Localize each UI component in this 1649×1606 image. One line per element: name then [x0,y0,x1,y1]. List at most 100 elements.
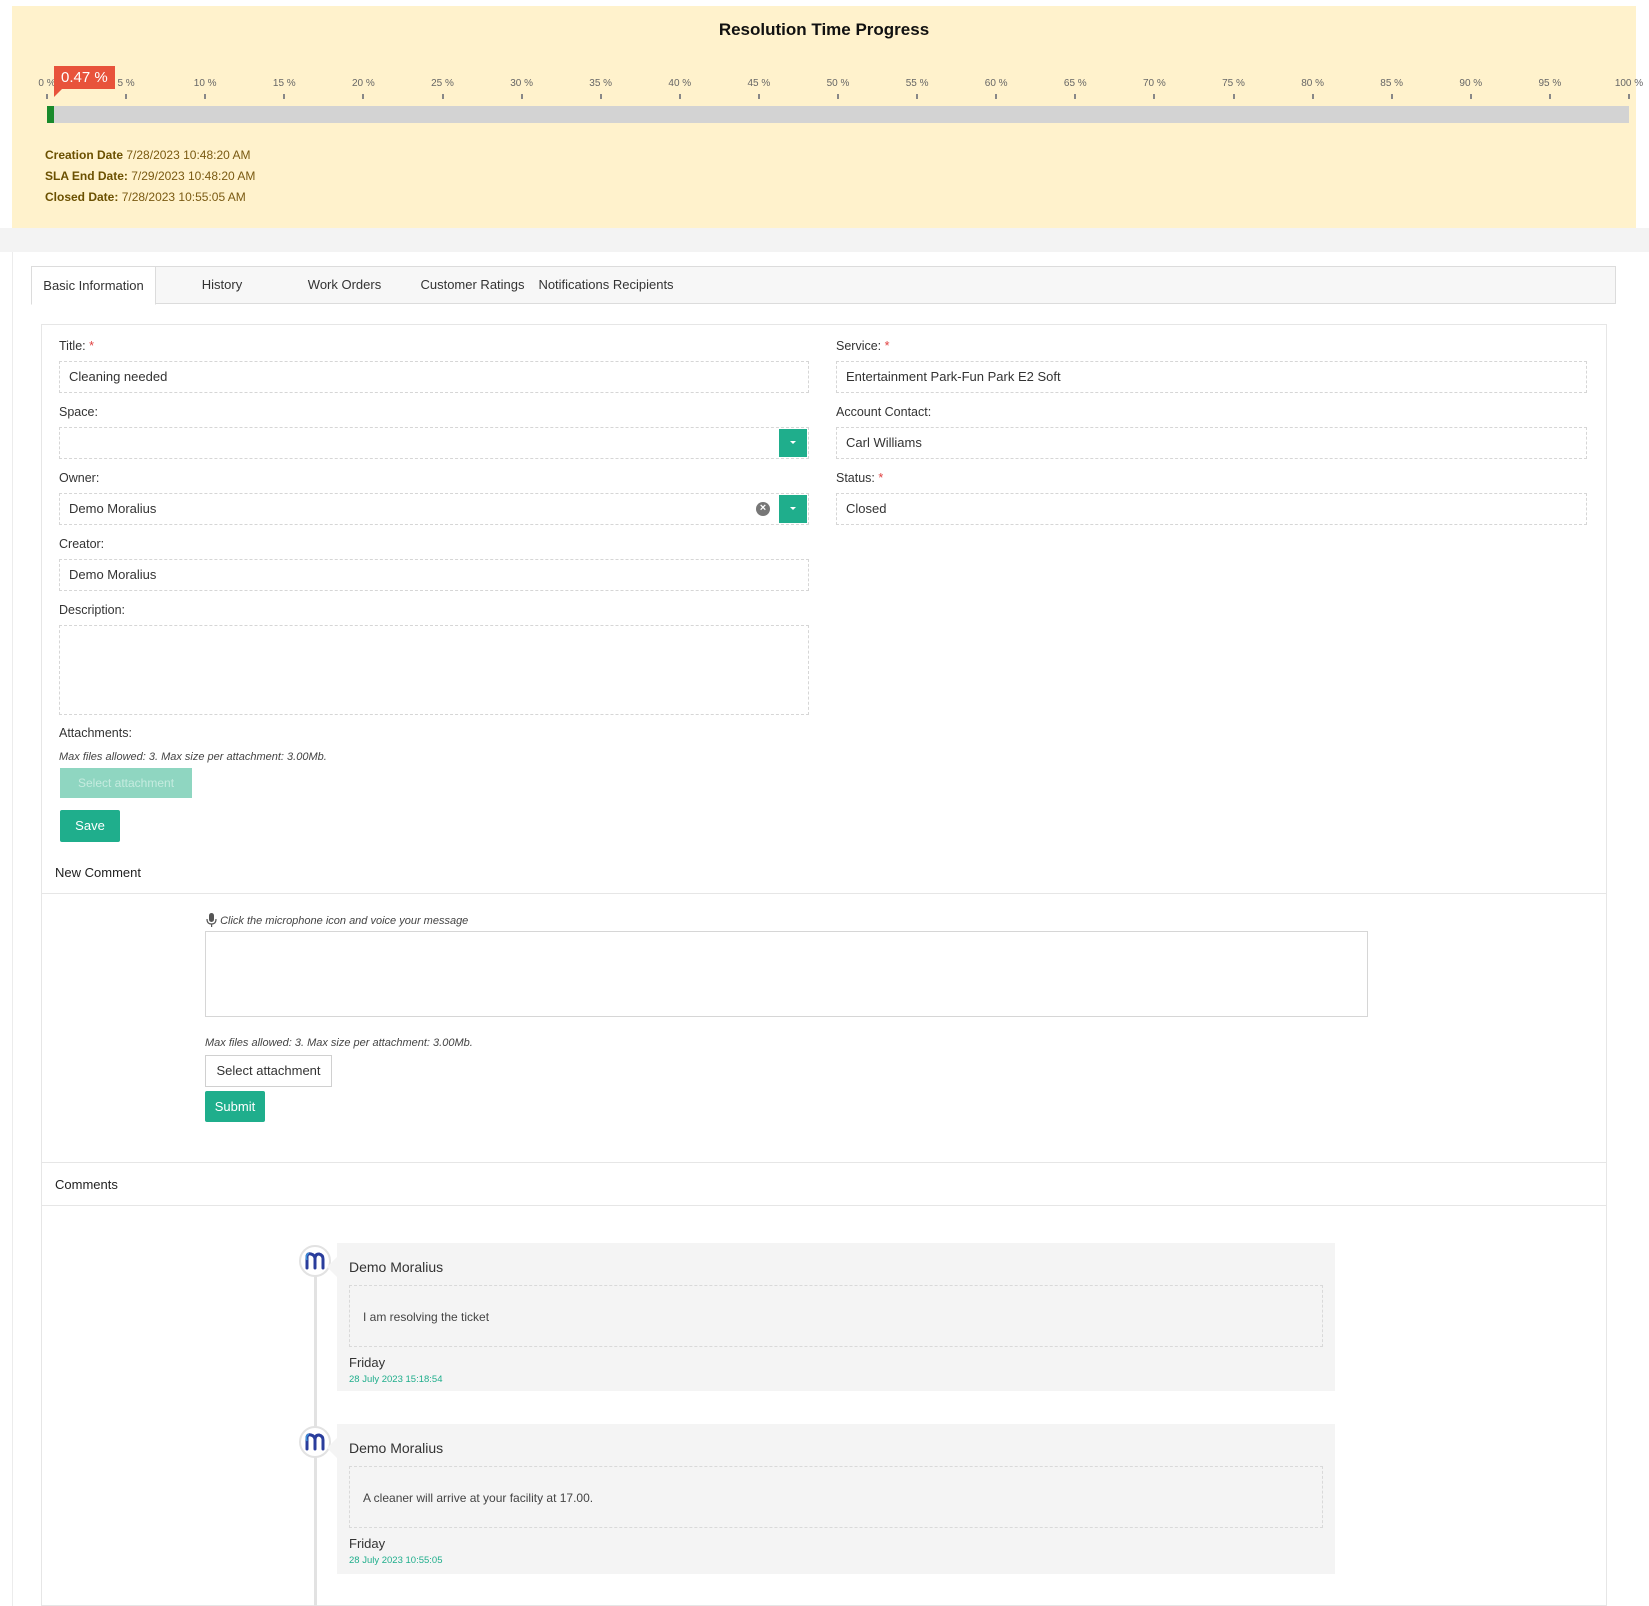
owner-select[interactable]: Demo Moralius × [59,493,809,525]
progress-track [47,106,1629,123]
brand-logo-icon [305,1252,325,1270]
brand-logo-icon [305,1433,325,1451]
progress-tick: 10 % [180,78,230,99]
new-comment-textarea[interactable] [205,931,1368,1017]
progress-tick-label: 90 % [1459,78,1483,89]
progress-tick: 95 % [1525,78,1575,99]
progress-tick: 100 % [1604,78,1649,99]
progress-fill [47,106,55,123]
divider [42,893,1606,894]
comment-text: A cleaner will arrive at your facility a… [349,1466,1323,1528]
required-mark: * [89,339,94,353]
service-label: Service: * [836,339,890,353]
progress-tick-label: 45 % [747,78,771,89]
progress-tick-label: 50 % [826,78,850,89]
comment-day: Friday [349,1355,386,1370]
title-input[interactable]: Cleaning needed [59,361,809,393]
submit-button[interactable]: Submit [205,1091,265,1122]
progress-tick: 45 % [734,78,784,99]
closed-date-line: Closed Date: 7/28/2023 10:55:05 AM [45,190,246,204]
progress-tick-mark [204,94,207,99]
select-attachment-button-disabled[interactable]: Select attachment [60,768,192,798]
progress-tick-label: 30 % [510,78,533,89]
creation-date-label: Creation Date [45,148,124,162]
progress-tick-mark [441,94,444,99]
progress-tick-label: 10 % [193,78,217,89]
service-input[interactable]: Entertainment Park-Fun Park E2 Soft [836,361,1587,393]
progress-tick: 40 % [655,78,705,99]
required-mark: * [878,471,884,485]
progress-tick-mark [1628,94,1630,99]
progress-tick: 55 % [892,78,942,99]
account-contact-input[interactable]: Carl Williams [836,427,1587,459]
creator-input[interactable]: Demo Moralius [59,559,809,591]
progress-tick: 90 % [1446,78,1496,99]
save-button[interactable]: Save [60,810,120,842]
status-input[interactable]: Closed [836,493,1587,525]
owner-label: Owner: [59,471,100,485]
clear-icon[interactable]: × [756,502,770,516]
progress-percent-badge: 0.47 % [54,66,115,97]
progress-tick: 75 % [1209,78,1259,99]
progress-tick-mark [1390,94,1393,99]
comments-title: Comments [55,1177,118,1192]
progress-tick-label: 5 % [117,78,135,89]
section-gap [0,228,1649,252]
attachments-hint: Max files allowed: 3. Max size per attac… [59,751,327,763]
progress-tick: 85 % [1367,78,1417,99]
progress-tick: 20 % [338,78,388,99]
sla-end-date-line: SLA End Date: 7/29/2023 10:48:20 AM [45,169,255,183]
progress-tick-mark [125,94,128,99]
progress-tick-mark [1153,94,1156,99]
required-mark: * [884,339,890,353]
status-label-text: Status: [836,471,875,485]
owner-value: Demo Moralius [69,501,157,516]
tab-customer-ratings[interactable]: Customer Ratings [410,266,535,305]
progress-tick-label: 80 % [1301,78,1324,89]
progress-tick-mark [1232,94,1235,99]
mic-hint-text: Click the microphone icon and voice your… [220,915,469,927]
tab-history[interactable]: History [162,266,282,305]
chevron-down-icon[interactable] [779,495,807,523]
tab-basic-information[interactable]: Basic Information [31,266,156,305]
progress-tick-mark [46,94,48,99]
progress-tick-label: 75 % [1222,78,1245,89]
sla-end-date-value: 7/29/2023 10:48:20 AM [131,169,256,183]
progress-tick-label: 60 % [984,78,1008,89]
progress-tick-mark [678,94,681,99]
microphone-icon[interactable] [206,913,217,927]
comments-panel: Comments Demo Moralius I am resolving th… [41,1162,1607,1606]
tab-notifications-recipients[interactable]: Notifications Recipients [536,266,676,305]
space-select[interactable] [59,427,809,459]
progress-tick-mark [1074,94,1077,99]
comment-author: Demo Moralius [349,1259,444,1275]
creation-date-line: Creation Date 7/28/2023 10:48:20 AM [45,148,250,162]
closed-date-label: Closed Date: [45,190,119,204]
description-textarea[interactable] [59,625,809,715]
account-contact-label: Account Contact: [836,405,932,419]
select-attachment-button[interactable]: Select attachment [205,1055,332,1087]
progress-tick: 70 % [1129,78,1179,99]
comment-date: 28 July 2023 10:55:05 [349,1555,443,1566]
progress-tick-mark [916,94,919,99]
progress-tick: 15 % [259,78,309,99]
title-label-text: Title: [59,339,86,353]
attachments-label: Attachments: [59,726,132,740]
new-comment-title: New Comment [55,865,141,880]
space-label: Space: [59,405,98,419]
progress-tick-mark [1548,94,1551,99]
progress-tick-label: 100 % [1614,78,1644,89]
mic-hint-line: Click the microphone icon and voice your… [206,913,468,927]
progress-tick-label: 95 % [1538,78,1562,89]
divider [42,1205,1606,1206]
creation-date-value: 7/28/2023 10:48:20 AM [126,148,251,162]
tab-work-orders[interactable]: Work Orders [282,266,407,305]
progress-tick-label: 20 % [351,78,375,89]
progress-tick: 80 % [1288,78,1338,99]
comment-item: Demo Moralius A cleaner will arrive at y… [327,1424,1335,1574]
chevron-down-icon[interactable] [779,429,807,457]
ticket-card: Basic Information History Work Orders Cu… [12,252,1636,1606]
progress-tick-mark [520,94,523,99]
comment-author: Demo Moralius [349,1440,444,1456]
comment-text: I am resolving the ticket [349,1285,1323,1347]
